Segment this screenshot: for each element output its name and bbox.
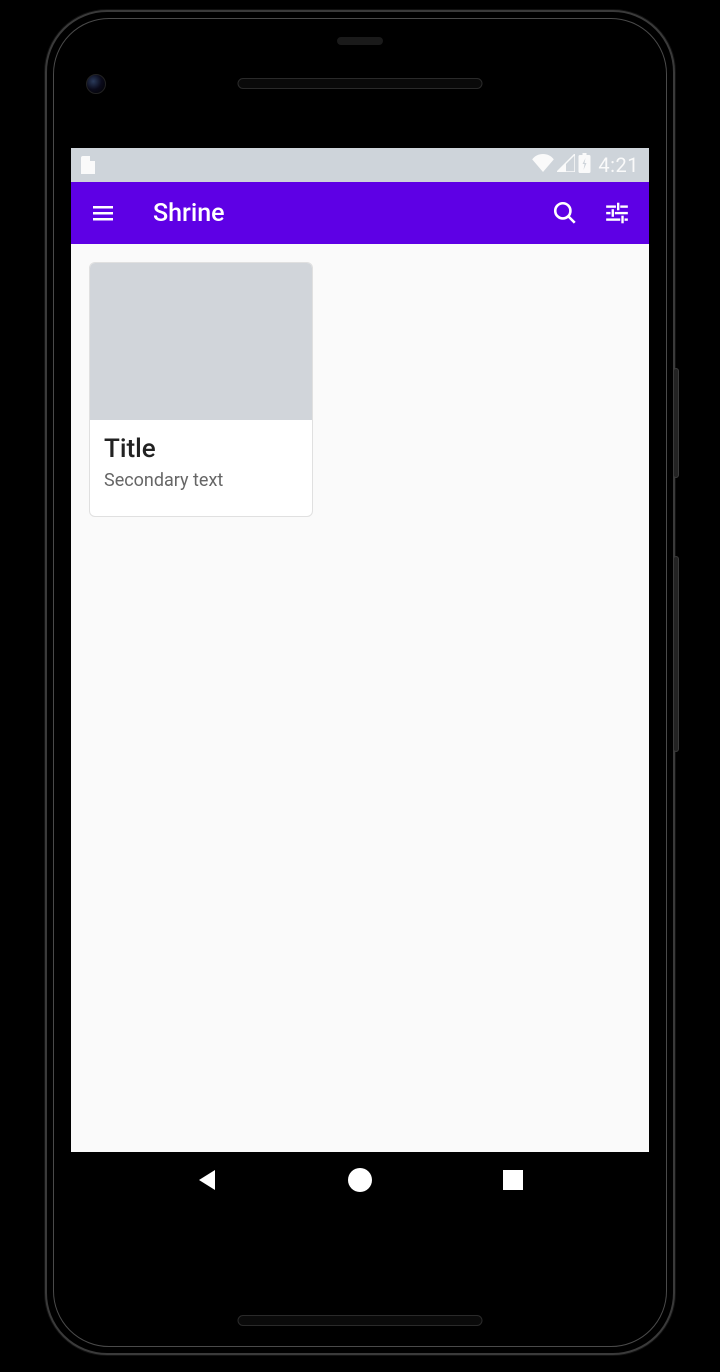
sd-card-icon — [81, 156, 95, 174]
status-bar-left — [81, 156, 95, 174]
status-bar: 4:21 — [71, 148, 649, 182]
power-button[interactable] — [673, 368, 679, 478]
search-button[interactable] — [551, 199, 579, 227]
wifi-icon — [532, 154, 554, 176]
cell-signal-icon — [557, 154, 575, 176]
card-title: Title — [104, 434, 298, 464]
recents-square-icon — [502, 1169, 524, 1191]
volume-rocker[interactable] — [673, 556, 679, 752]
back-triangle-icon — [196, 1168, 218, 1192]
menu-button[interactable] — [89, 199, 117, 227]
status-bar-right: 4:21 — [532, 153, 639, 177]
card-media-placeholder — [90, 263, 312, 420]
screen: 4:21 Shrine Title Secondary text — [71, 148, 649, 1152]
tune-icon — [604, 200, 630, 226]
menu-icon — [91, 201, 115, 225]
card-secondary-text: Secondary text — [104, 470, 298, 491]
content-area[interactable]: Title Secondary text — [71, 244, 649, 535]
home-circle-icon — [347, 1167, 373, 1193]
recents-button[interactable] — [493, 1160, 533, 1200]
app-bar: Shrine — [71, 182, 649, 244]
earpiece — [337, 37, 383, 45]
product-card[interactable]: Title Secondary text — [89, 262, 313, 517]
front-camera — [86, 74, 106, 94]
navigation-bar — [71, 1152, 649, 1208]
status-clock: 4:21 — [598, 153, 639, 177]
speaker-top — [238, 78, 483, 89]
battery-charging-icon — [578, 153, 591, 177]
app-title: Shrine — [153, 199, 551, 228]
card-body: Title Secondary text — [90, 420, 312, 501]
back-button[interactable] — [187, 1160, 227, 1200]
search-icon — [552, 200, 578, 226]
filter-button[interactable] — [603, 199, 631, 227]
speaker-bottom — [238, 1315, 483, 1326]
home-button[interactable] — [340, 1160, 380, 1200]
